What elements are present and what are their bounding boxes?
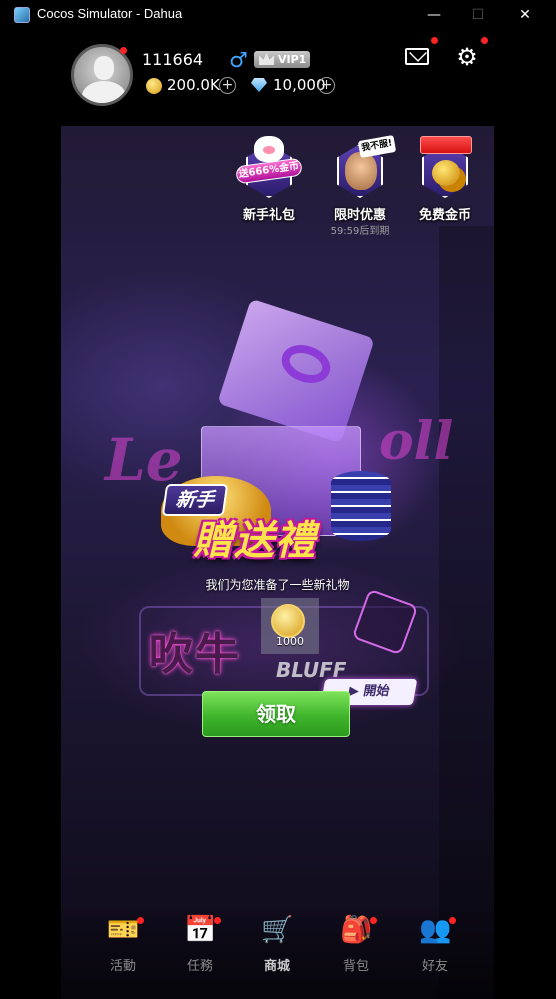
nav-label-backpack: 背包 (342, 959, 369, 974)
nav-item-activity[interactable]: 🎫 活動 (93, 915, 153, 975)
vip-badge[interactable]: VIP1 (254, 51, 310, 68)
avatar-body-icon (82, 81, 126, 103)
crown-icon (259, 53, 274, 65)
reward-item: 1000 (261, 598, 319, 654)
envelope-icon (405, 48, 429, 65)
app-logo-icon (14, 7, 30, 23)
nav-item-backpack[interactable]: 🎒 背包 (326, 915, 386, 975)
newbie-gift-label: 新手礼包 (242, 208, 295, 223)
gold-coin-icon (146, 78, 162, 94)
free-coins-label: 免费金币 (418, 208, 471, 223)
activity-notification-dot (137, 917, 144, 924)
user-id: 111664 (142, 50, 204, 69)
gold-coin-icon (271, 604, 305, 638)
minimize-button[interactable]: — (423, 4, 445, 26)
shopping-cart-icon: 🛒 (261, 915, 294, 945)
profile-header: 111664 ♂ VIP1 200.0K + 10,000 + ⚙ (0, 30, 556, 126)
bluff-sign-title: 吹牛 (149, 629, 241, 680)
lucky-cat-icon (254, 136, 284, 162)
tasks-notification-dot (214, 917, 221, 924)
reward-amount: 1000 (276, 635, 304, 648)
limited-offer-label: 限时优惠 (333, 208, 386, 223)
nav-item-friends[interactable]: 👥 好友 (405, 915, 465, 975)
mail-button[interactable] (400, 40, 434, 74)
gender-male-icon: ♂ (229, 48, 248, 72)
poker-chip-stack-icon (331, 471, 391, 541)
speech-bubble: 我不服! (357, 135, 397, 158)
settings-notification-dot (481, 37, 488, 44)
gift-title: 贈送禮 (193, 518, 316, 564)
nav-label-activity: 活動 (109, 959, 136, 974)
ticket-icon: 🎫 (107, 915, 140, 945)
add-gems-button[interactable]: + (318, 77, 335, 94)
avatar-notification-dot (120, 47, 127, 54)
nav-item-tasks[interactable]: 📅 任務 (170, 915, 230, 975)
limited-offer-button[interactable]: 我不服! 限时优惠 59:59后到期 (325, 134, 397, 237)
friends-icon: 👥 (419, 915, 452, 945)
nav-label-friends: 好友 (421, 959, 448, 974)
offer-timer: 59:59后到期 (330, 226, 390, 237)
nav-label-shop: 商城 (263, 959, 290, 974)
newbie-gift-pack-button[interactable]: 送666%金币 新手礼包 (234, 134, 304, 232)
free-coins-button[interactable]: 免费金币 (410, 134, 480, 232)
claim-button[interactable]: 领取 (202, 691, 350, 737)
game-canvas: 送666%金币 新手礼包 我不服! 限时优惠 59:59后到期 免费金币 Le … (61, 126, 494, 999)
mail-notification-dot (431, 37, 438, 44)
coin-stack-icon (432, 160, 460, 186)
background-shade (439, 226, 494, 999)
gift-subtitle: 我们为您准备了一些新礼物 (205, 578, 350, 592)
red-tag-icon (420, 136, 472, 154)
bottom-nav: 🎫 活動 📅 任務 🛒 商城 🎒 背包 👥 好友 (61, 900, 494, 999)
backpack-icon: 🎒 (340, 915, 373, 945)
friends-notification-dot (449, 917, 456, 924)
nav-item-shop[interactable]: 🛒 商城 (247, 915, 307, 975)
vip-label: VIP1 (278, 53, 307, 66)
maximize-button[interactable]: ☐ (467, 4, 489, 26)
settings-button[interactable]: ⚙ (450, 40, 484, 74)
character-face-icon (345, 152, 377, 190)
gear-icon: ⚙ (456, 43, 478, 71)
close-button[interactable]: ✕ (514, 4, 536, 26)
diamond-icon (251, 78, 267, 92)
coin-balance: 200.0K (167, 76, 220, 94)
nav-label-tasks: 任務 (186, 959, 213, 974)
add-coins-button[interactable]: + (219, 77, 236, 94)
avatar-head-icon (94, 56, 114, 80)
window-title-bar: Cocos Simulator - Dahua — ☐ ✕ (0, 0, 556, 30)
backpack-notification-dot (370, 917, 377, 924)
calendar-icon: 📅 (184, 915, 217, 945)
window-title: Cocos Simulator - Dahua (37, 6, 183, 21)
